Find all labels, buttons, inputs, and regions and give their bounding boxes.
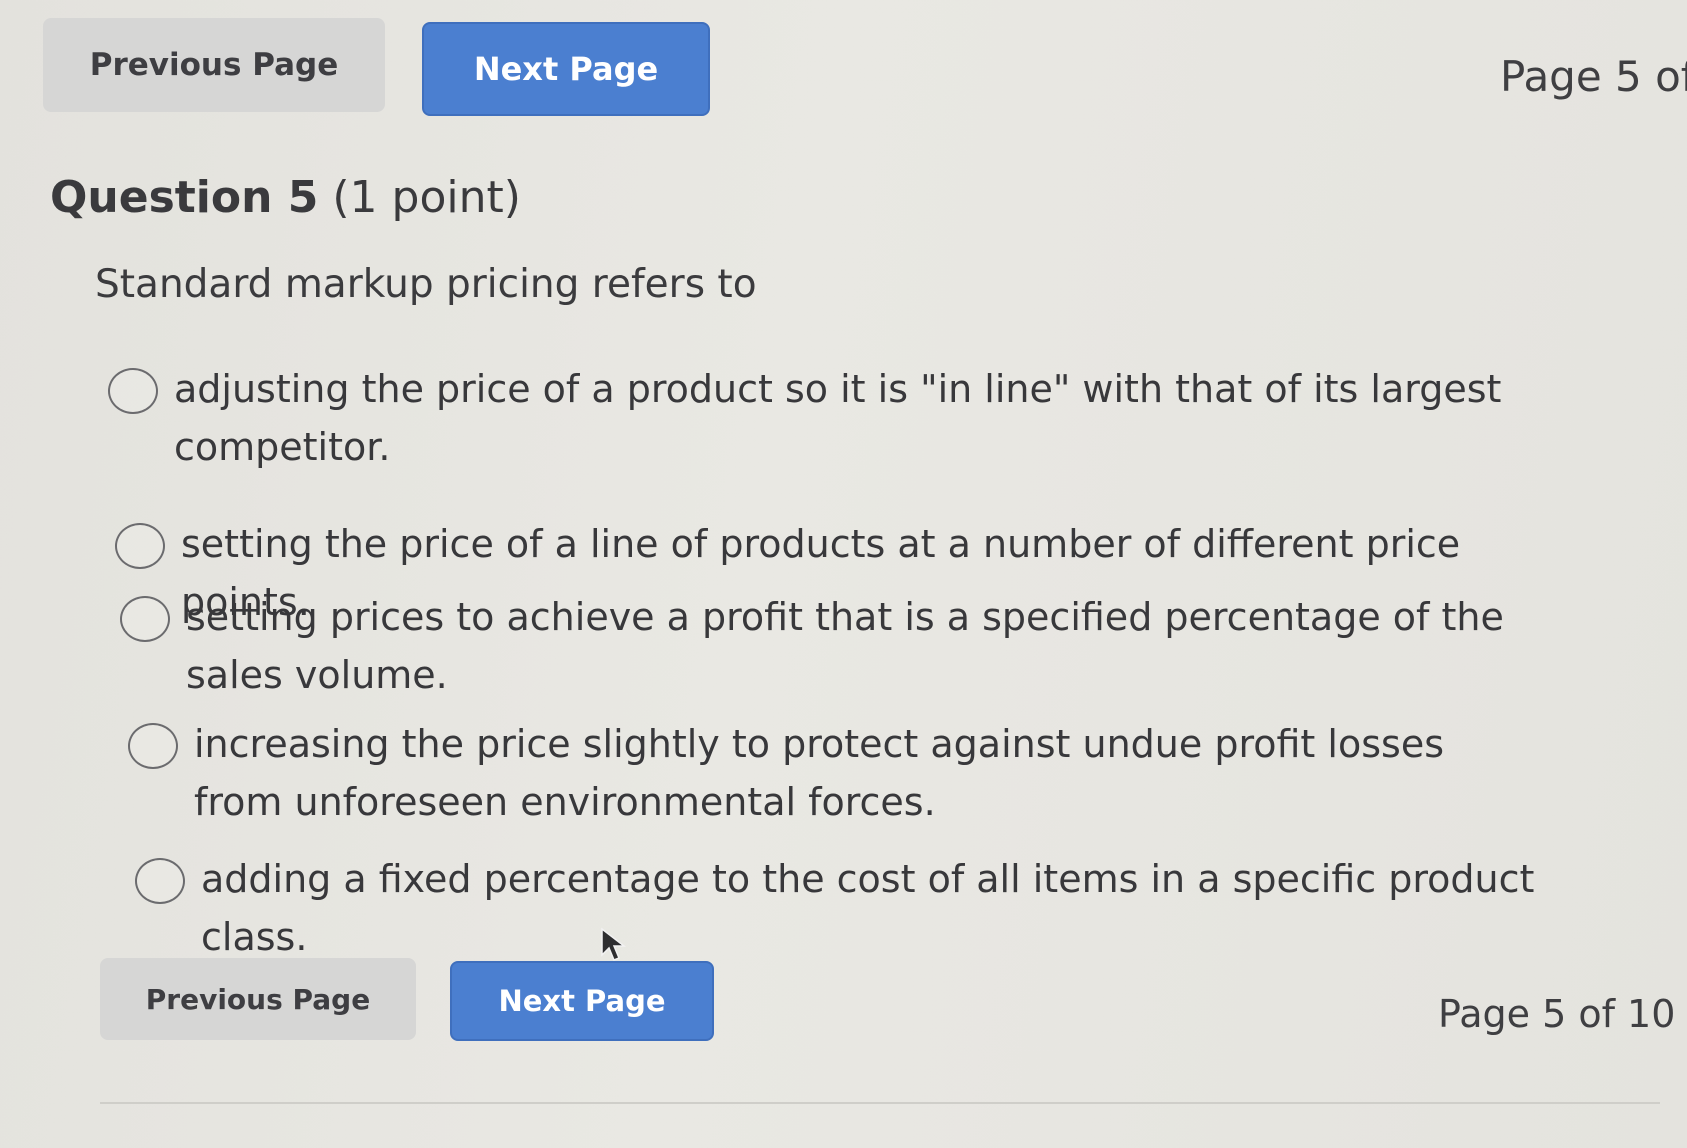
- question-title: Question 5 (1 point): [50, 172, 521, 223]
- next-page-button-top[interactable]: Next Page: [422, 22, 710, 116]
- next-page-label: Next Page: [473, 50, 659, 88]
- question-number: Question 5: [50, 172, 319, 223]
- radio-button[interactable]: [135, 858, 185, 904]
- answer-option-label: adjusting the price of a product so it i…: [174, 367, 1502, 469]
- radio-button[interactable]: [120, 596, 170, 642]
- divider: [100, 1102, 1660, 1104]
- previous-page-button-bottom[interactable]: Previous Page: [100, 958, 416, 1040]
- answer-option-label: increasing the price slightly to protect…: [194, 722, 1444, 824]
- next-page-button-bottom[interactable]: Next Page: [450, 961, 714, 1041]
- radio-button[interactable]: [108, 368, 158, 414]
- answer-option-5[interactable]: adding a fixed percentage to the cost of…: [135, 850, 1595, 966]
- page-indicator-bottom: Page 5 of 10: [1438, 992, 1676, 1036]
- next-page-label: Next Page: [498, 984, 666, 1018]
- mouse-pointer-icon: [601, 927, 627, 961]
- radio-button[interactable]: [115, 523, 165, 569]
- answer-option-3[interactable]: setting prices to achieve a profit that …: [120, 588, 1590, 704]
- previous-page-label: Previous Page: [89, 47, 339, 83]
- answer-option-label: adding a fixed percentage to the cost of…: [201, 857, 1535, 959]
- answer-option-label: setting prices to achieve a profit that …: [186, 595, 1504, 697]
- page-indicator-top: Page 5 of: [1500, 52, 1687, 101]
- question-text: Standard markup pricing refers to: [95, 262, 757, 307]
- answer-option-1[interactable]: adjusting the price of a product so it i…: [108, 360, 1508, 476]
- previous-page-button-top[interactable]: Previous Page: [43, 18, 385, 112]
- question-points: (1 point): [332, 172, 521, 223]
- answer-option-4[interactable]: increasing the price slightly to protect…: [128, 715, 1528, 831]
- previous-page-label: Previous Page: [145, 982, 371, 1016]
- radio-button[interactable]: [128, 723, 178, 769]
